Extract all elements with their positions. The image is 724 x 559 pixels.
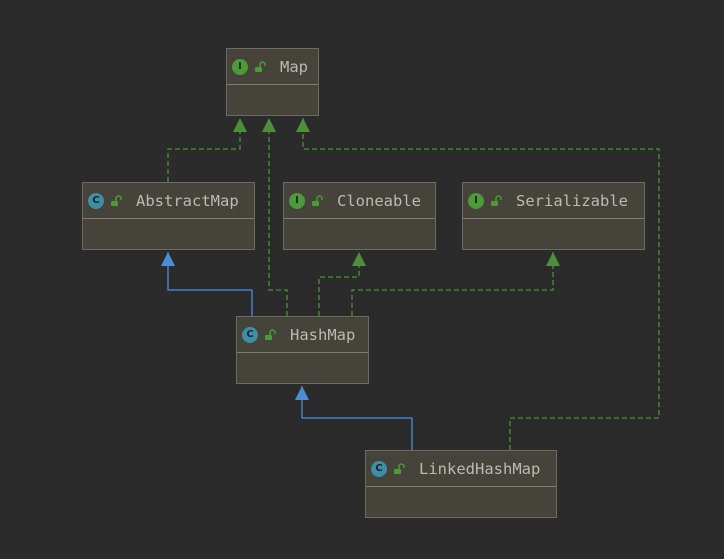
open-lock-icon	[265, 328, 276, 340]
edge-hashmap-extends-abstractmap[interactable]	[161, 252, 253, 316]
node-hashmap-label: HashMap	[290, 325, 356, 344]
node-cloneable-header: I Cloneable	[284, 183, 435, 219]
interface-badge-icon: I	[289, 192, 305, 209]
node-serializable-body	[463, 219, 644, 248]
edge-linkedhashmap-extends-hashmap[interactable]	[295, 386, 413, 450]
node-abstractmap-label: AbstractMap	[136, 191, 239, 210]
node-serializable[interactable]: I Serializable	[462, 182, 645, 250]
node-hashmap[interactable]: C HashMap	[236, 316, 369, 384]
node-abstractmap-body	[83, 219, 254, 248]
node-map[interactable]: I Map	[226, 48, 319, 116]
node-linkedhashmap-label: LinkedHashMap	[419, 459, 541, 478]
open-lock-icon	[111, 194, 122, 206]
node-serializable-header: I Serializable	[463, 183, 644, 219]
diagram-canvas	[161, 118, 660, 450]
edge-hashmap-implements-cloneable[interactable]	[318, 252, 366, 316]
class-badge-icon: C	[88, 192, 104, 209]
node-abstractmap-header: C AbstractMap	[83, 183, 254, 219]
edge-abstractmap-implements-map[interactable]	[167, 118, 247, 182]
node-hashmap-header: C HashMap	[237, 317, 368, 353]
edge-linkedhashmap-implements-map[interactable]	[296, 118, 660, 450]
class-badge-icon: C	[242, 326, 258, 343]
node-linkedhashmap-body	[366, 487, 556, 516]
interface-badge-icon: I	[468, 192, 484, 209]
open-lock-icon	[255, 60, 266, 72]
node-map-header: I Map	[227, 49, 318, 85]
open-lock-icon	[312, 194, 323, 206]
open-lock-icon	[394, 462, 405, 474]
edge-hashmap-implements-serializable[interactable]	[351, 252, 560, 316]
node-map-body	[227, 85, 318, 114]
node-abstractmap[interactable]: C AbstractMap	[82, 182, 255, 250]
node-cloneable[interactable]: I Cloneable	[283, 182, 436, 250]
node-cloneable-label: Cloneable	[337, 191, 421, 210]
node-hashmap-body	[237, 353, 368, 382]
class-badge-icon: C	[371, 460, 387, 477]
node-map-label: Map	[280, 57, 308, 76]
node-linkedhashmap[interactable]: C LinkedHashMap	[365, 450, 557, 518]
node-serializable-label: Serializable	[516, 191, 628, 210]
open-lock-icon	[491, 194, 502, 206]
interface-badge-icon: I	[232, 58, 248, 75]
node-linkedhashmap-header: C LinkedHashMap	[366, 451, 556, 487]
node-cloneable-body	[284, 219, 435, 248]
